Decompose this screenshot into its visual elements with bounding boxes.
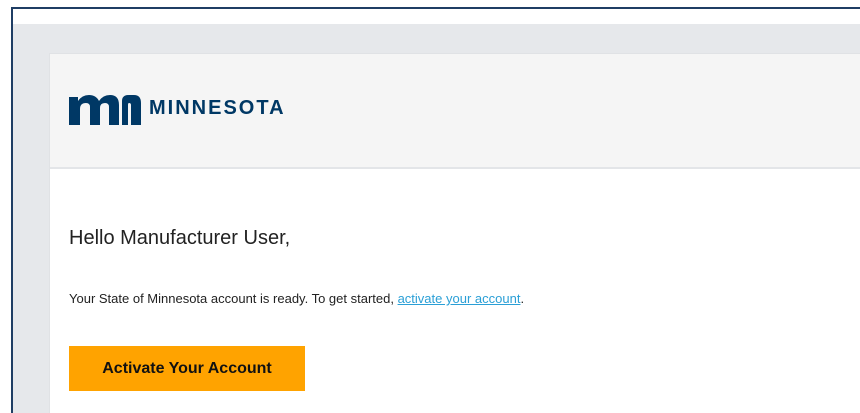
account-ready-message: Your State of Minnesota account is ready… — [69, 291, 524, 307]
message-prefix: Your State of Minnesota account is ready… — [69, 291, 398, 306]
minnesota-logo: MINNESOTA — [69, 90, 286, 126]
email-header: MINNESOTA — [50, 54, 860, 169]
activate-account-link[interactable]: activate your account — [398, 291, 521, 306]
logo-wordmark: MINNESOTA — [149, 97, 286, 119]
message-suffix: . — [520, 291, 525, 306]
activate-account-button[interactable]: Activate Your Account — [69, 346, 305, 391]
greeting-text: Hello Manufacturer User, — [69, 227, 291, 249]
mn-logo-icon — [69, 95, 141, 125]
email-card: MINNESOTA Hello Manufacturer User, Your … — [49, 53, 860, 413]
